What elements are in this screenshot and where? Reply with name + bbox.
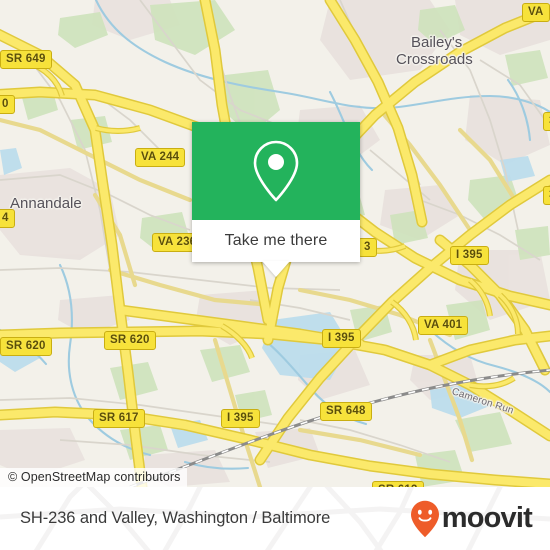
take-me-there-label: Take me there bbox=[224, 232, 328, 249]
footer-bar: SH-236 and Valley, Washington / Baltimor… bbox=[0, 487, 550, 550]
moovit-wordmark: moovit bbox=[441, 502, 533, 534]
road-shield-partial-right-card: 3 bbox=[358, 238, 377, 257]
road-shield-partial-right-b: 3 bbox=[543, 186, 550, 205]
road-shield-partial-left-edge: 4 bbox=[0, 209, 15, 228]
road-shield-i395-southwest: I 395 bbox=[221, 409, 260, 428]
road-shield-partial-right-a: 3 bbox=[543, 112, 550, 131]
moovit-brand-logo[interactable]: moovit bbox=[410, 500, 533, 538]
road-shield-sr620-west: SR 620 bbox=[0, 337, 52, 356]
map-pin-icon bbox=[253, 140, 299, 202]
road-shield-sr620: SR 620 bbox=[104, 331, 156, 350]
road-shield-va401: VA 401 bbox=[418, 316, 469, 335]
road-shield-sr649: SR 649 bbox=[0, 50, 52, 69]
road-shield-i395-center: I 395 bbox=[322, 329, 361, 348]
road-shield-sr617: SR 617 bbox=[93, 409, 145, 428]
footer-location-title: SH-236 and Valley, Washington / Baltimor… bbox=[20, 509, 331, 527]
location-callout-card[interactable]: Take me there bbox=[192, 122, 360, 277]
callout-action-bar[interactable]: Take me there bbox=[192, 220, 360, 262]
road-shield-va244: VA 244 bbox=[135, 148, 186, 167]
place-label-baileys: Bailey's bbox=[411, 34, 463, 51]
road-shield-partial-left-top: 0 bbox=[0, 95, 15, 114]
callout-pointer bbox=[262, 261, 290, 277]
moovit-smiley-pin-icon bbox=[410, 500, 439, 537]
osm-attribution[interactable]: © OpenStreetMap contributors bbox=[0, 468, 187, 487]
callout-header bbox=[192, 122, 360, 220]
place-label-annandale: Annandale bbox=[10, 195, 82, 212]
road-shield-sr648: SR 648 bbox=[320, 402, 372, 421]
road-shield-va-topright: VA bbox=[522, 3, 550, 22]
moovit-map-screenshot: Annandale Bailey's Crossroads Cameron Ru… bbox=[0, 0, 550, 550]
place-label-crossroads: Crossroads bbox=[396, 51, 473, 68]
map-canvas[interactable]: Annandale Bailey's Crossroads Cameron Ru… bbox=[0, 0, 550, 487]
road-shield-i395-east: I 395 bbox=[450, 246, 489, 265]
